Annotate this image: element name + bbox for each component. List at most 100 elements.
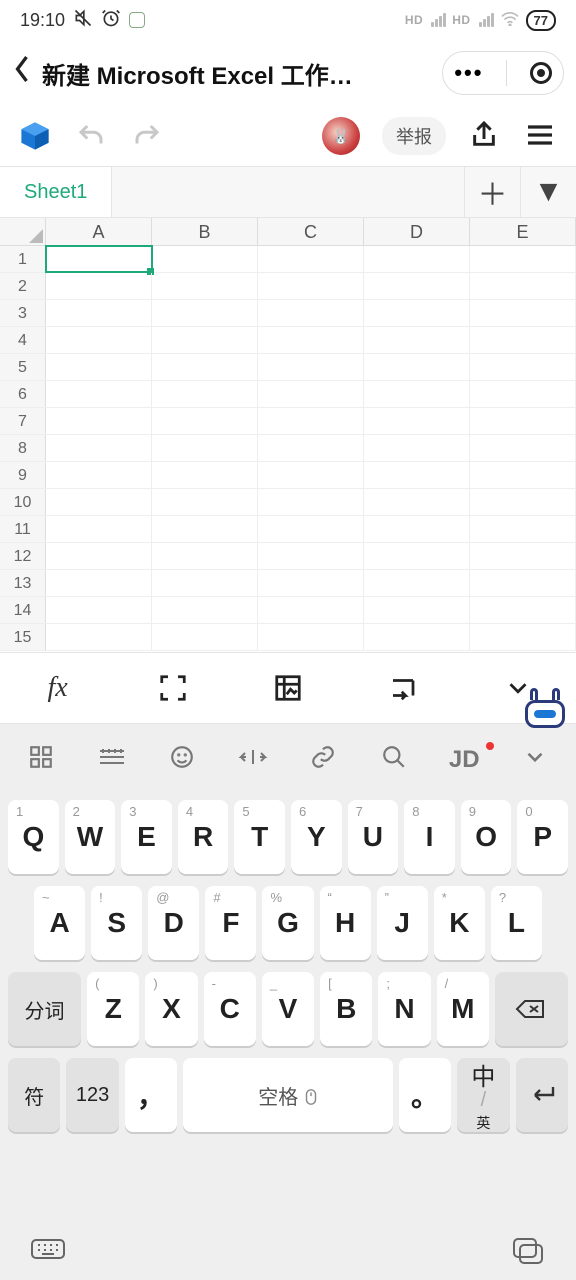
cell[interactable] <box>46 597 152 623</box>
capsule-menu-button[interactable]: ••• <box>454 60 483 86</box>
cell[interactable] <box>470 435 576 461</box>
cell[interactable] <box>152 570 258 596</box>
key-R[interactable]: 4R <box>178 800 229 874</box>
cell[interactable] <box>152 543 258 569</box>
column-header[interactable]: D <box>364 218 470 245</box>
key-L[interactable]: ?L <box>491 886 542 960</box>
cell[interactable] <box>364 435 470 461</box>
link-icon[interactable] <box>303 744 343 777</box>
cell[interactable] <box>258 354 364 380</box>
cell[interactable] <box>470 516 576 542</box>
column-header[interactable]: A <box>46 218 152 245</box>
cell[interactable] <box>364 570 470 596</box>
cell[interactable] <box>258 597 364 623</box>
key-P[interactable]: 0P <box>517 800 568 874</box>
cell[interactable] <box>46 624 152 650</box>
cell[interactable] <box>152 597 258 623</box>
key-D[interactable]: @D <box>148 886 199 960</box>
cell[interactable] <box>258 273 364 299</box>
select-all-corner[interactable] <box>0 218 46 245</box>
cell[interactable] <box>152 462 258 488</box>
row-header[interactable]: 7 <box>0 408 46 434</box>
cell[interactable] <box>46 543 152 569</box>
cell[interactable] <box>152 489 258 515</box>
wrap-text-button[interactable] <box>368 670 438 706</box>
cell[interactable] <box>258 408 364 434</box>
cell[interactable] <box>364 516 470 542</box>
assistant-robot-icon[interactable] <box>522 688 568 728</box>
cell[interactable] <box>46 516 152 542</box>
row-header[interactable]: 1 <box>0 246 46 272</box>
jd-shortcut[interactable]: JD <box>444 746 484 774</box>
keyboard-apps-icon[interactable] <box>21 744 61 777</box>
cell[interactable] <box>46 435 152 461</box>
cell[interactable] <box>258 570 364 596</box>
column-header[interactable]: C <box>258 218 364 245</box>
row-header[interactable]: 3 <box>0 300 46 326</box>
cell[interactable] <box>470 381 576 407</box>
cell[interactable] <box>258 381 364 407</box>
key-E[interactable]: 3E <box>121 800 172 874</box>
cell[interactable] <box>46 300 152 326</box>
cell[interactable] <box>364 246 470 272</box>
redo-button[interactable] <box>130 119 164 153</box>
capsule-close-button[interactable] <box>530 62 552 84</box>
cell[interactable] <box>470 354 576 380</box>
row-header[interactable]: 15 <box>0 624 46 650</box>
cell[interactable] <box>470 597 576 623</box>
row-header[interactable]: 6 <box>0 381 46 407</box>
key-C[interactable]: -C <box>204 972 256 1046</box>
cell[interactable] <box>152 516 258 542</box>
cell[interactable] <box>46 489 152 515</box>
cell[interactable] <box>470 489 576 515</box>
key-Y[interactable]: 6Y <box>291 800 342 874</box>
cell[interactable] <box>46 327 152 353</box>
cell[interactable] <box>470 273 576 299</box>
cell[interactable] <box>152 327 258 353</box>
cell[interactable] <box>152 300 258 326</box>
key-F[interactable]: #F <box>205 886 256 960</box>
cell[interactable] <box>152 408 258 434</box>
search-icon[interactable] <box>374 744 414 777</box>
cell[interactable] <box>152 624 258 650</box>
row-header[interactable]: 11 <box>0 516 46 542</box>
cell[interactable] <box>364 489 470 515</box>
cell[interactable] <box>470 570 576 596</box>
cell[interactable] <box>258 489 364 515</box>
cell[interactable] <box>152 246 258 272</box>
key-A[interactable]: ~A <box>34 886 85 960</box>
cell[interactable] <box>258 246 364 272</box>
cell[interactable] <box>46 381 152 407</box>
hide-keyboard-button[interactable] <box>28 1235 68 1265</box>
cell[interactable] <box>258 327 364 353</box>
cell[interactable] <box>258 543 364 569</box>
cell[interactable] <box>152 273 258 299</box>
document-title[interactable]: 新建 Microsoft Excel 工作… <box>42 56 426 91</box>
share-button[interactable] <box>468 119 502 153</box>
period-key[interactable]: 。 <box>399 1058 451 1132</box>
row-header[interactable]: 14 <box>0 597 46 623</box>
back-button[interactable] <box>12 54 32 92</box>
row-header[interactable]: 5 <box>0 354 46 380</box>
fx-button[interactable]: fx <box>23 670 93 706</box>
cell[interactable] <box>46 570 152 596</box>
cell[interactable] <box>152 381 258 407</box>
sheet-tab-active[interactable]: Sheet1 <box>0 167 112 217</box>
row-header[interactable]: 13 <box>0 570 46 596</box>
column-header[interactable]: E <box>470 218 576 245</box>
clipboard-button[interactable] <box>508 1235 548 1265</box>
spreadsheet-grid[interactable]: A B C D E 123456789101112131415 <box>0 218 576 652</box>
cell[interactable] <box>470 543 576 569</box>
cell[interactable] <box>152 435 258 461</box>
comma-key[interactable]: ， <box>125 1058 177 1132</box>
backspace-key[interactable] <box>495 972 568 1046</box>
cell[interactable] <box>258 300 364 326</box>
numeric-key[interactable]: 123 <box>66 1058 118 1132</box>
cell[interactable] <box>152 354 258 380</box>
key-Q[interactable]: 1Q <box>8 800 59 874</box>
key-N[interactable]: ;N <box>378 972 430 1046</box>
row-header[interactable]: 2 <box>0 273 46 299</box>
cell[interactable] <box>364 462 470 488</box>
key-V[interactable]: _V <box>262 972 314 1046</box>
add-sheet-button[interactable]: ＋ <box>464 167 520 217</box>
